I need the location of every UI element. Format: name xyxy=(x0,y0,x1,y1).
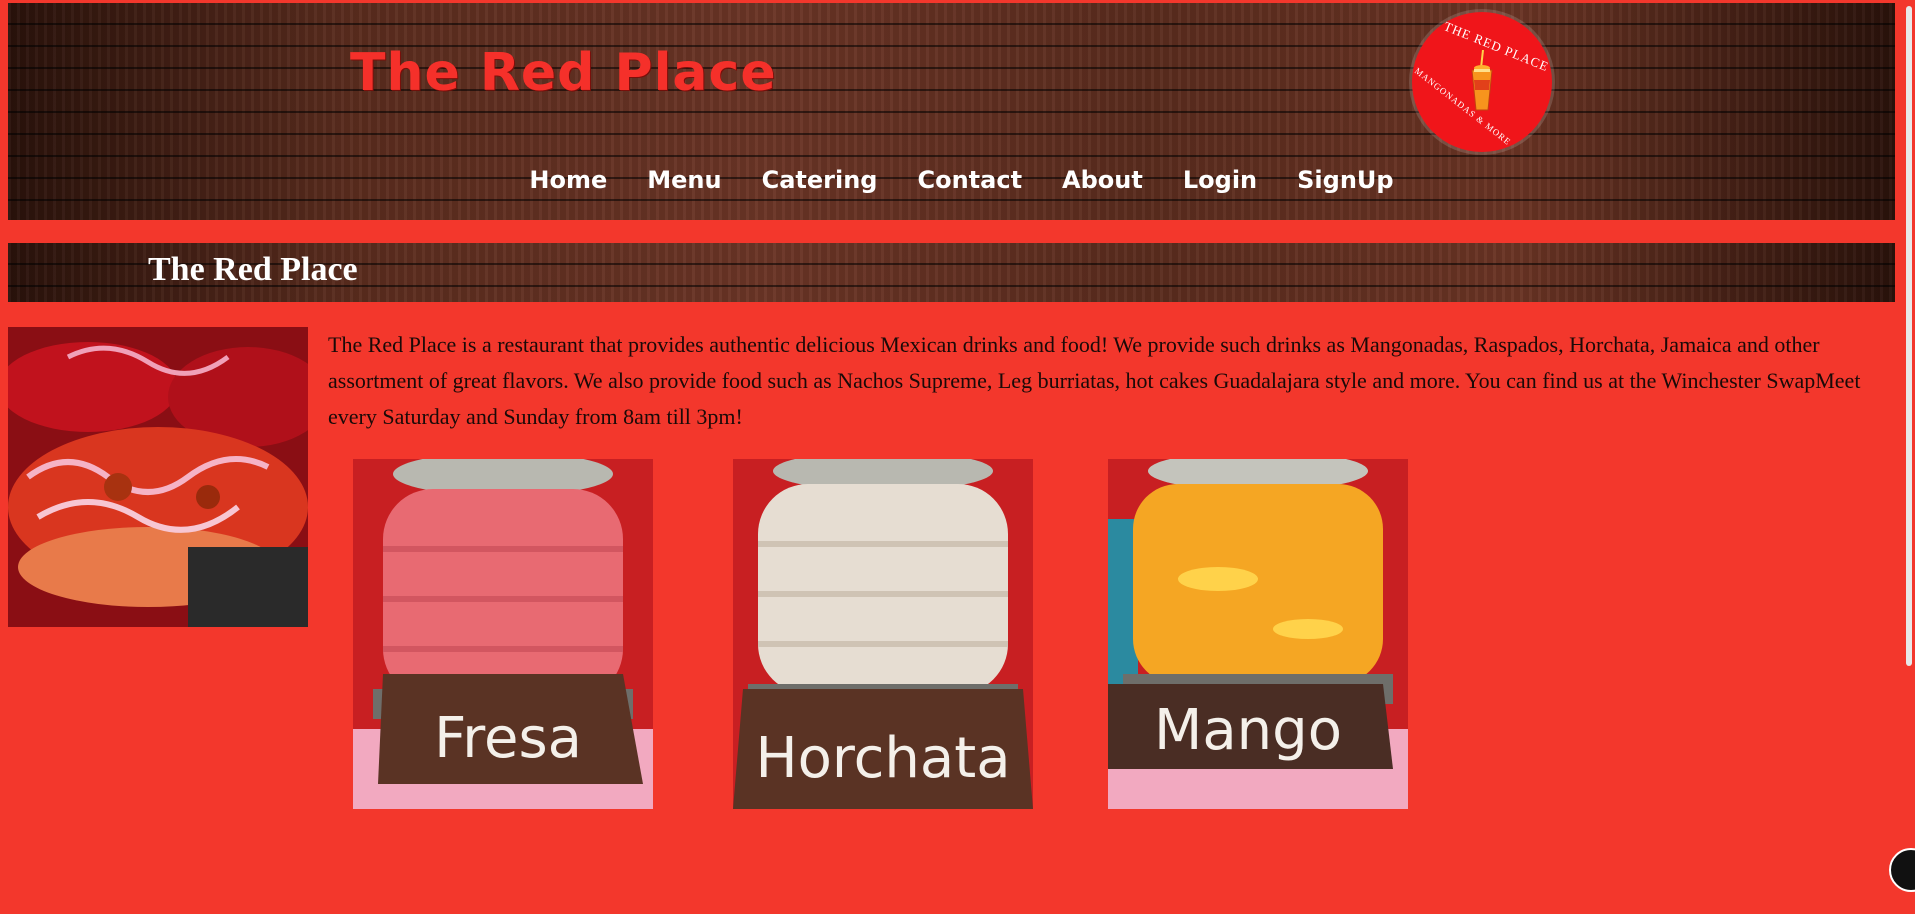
nav-about[interactable]: About xyxy=(1062,166,1143,194)
drink-tile-mango: Mango xyxy=(1108,459,1408,809)
scrollbar-thumb[interactable] xyxy=(1906,6,1912,666)
nav-catering[interactable]: Catering xyxy=(762,166,878,194)
logo[interactable]: THE RED PLACE MANGONADAS & MORE xyxy=(1412,12,1552,152)
drink-tile-fresa: Fresa xyxy=(353,459,653,809)
main-nav: Home Menu Catering Contact About Login S… xyxy=(8,166,1895,194)
intro-paragraph: The Red Place is a restaurant that provi… xyxy=(328,332,1861,429)
logo-bottom-text: MANGONADAS & MORE xyxy=(1412,65,1514,148)
nav-signup[interactable]: SignUp xyxy=(1297,166,1393,194)
section-title-bar: The Red Place xyxy=(8,243,1895,302)
food-photo-image xyxy=(8,327,308,627)
food-photo xyxy=(8,327,308,627)
chat-button-icon[interactable] xyxy=(1889,848,1915,892)
site-title[interactable]: The Red Place xyxy=(350,43,777,103)
mango-sign-label: Mango xyxy=(1154,698,1342,763)
page-scrollbar[interactable] xyxy=(1901,0,1915,914)
nav-menu[interactable]: Menu xyxy=(647,166,721,194)
fresa-sign-label: Fresa xyxy=(434,706,582,771)
horchata-sign-label: Horchata xyxy=(755,726,1010,791)
drink-tile-horchata: Horchata xyxy=(733,459,1033,809)
horchata-jar-image: Horchata xyxy=(733,459,1033,809)
fresa-jar-image: Fresa xyxy=(353,459,653,809)
section-title: The Red Place xyxy=(148,251,358,288)
site-header: The Red Place THE RED PLACE MANGONADAS &… xyxy=(8,3,1895,220)
nav-home[interactable]: Home xyxy=(529,166,607,194)
mango-jar-image: Mango xyxy=(1108,459,1408,809)
nav-contact[interactable]: Contact xyxy=(917,166,1022,194)
drink-cup-icon xyxy=(1471,50,1493,111)
nav-login[interactable]: Login xyxy=(1183,166,1257,194)
